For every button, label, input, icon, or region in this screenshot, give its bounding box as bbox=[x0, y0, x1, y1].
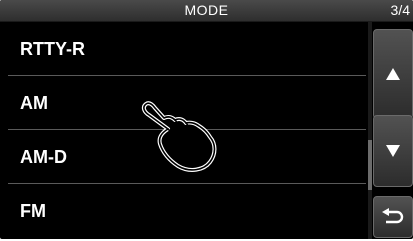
scroll-down-button[interactable] bbox=[373, 115, 413, 187]
mode-item-rtty-r[interactable]: RTTY-R bbox=[0, 22, 368, 75]
mode-item-label: AM bbox=[20, 93, 48, 113]
side-controls bbox=[368, 22, 413, 239]
back-button[interactable] bbox=[373, 196, 413, 238]
scroll-up-button[interactable] bbox=[373, 29, 413, 119]
mode-item-label: AM-D bbox=[20, 147, 67, 167]
page-indicator: 3/4 bbox=[390, 2, 410, 18]
mode-item-label: FM bbox=[20, 201, 46, 221]
return-arrow-icon bbox=[382, 208, 404, 224]
scrollbar[interactable] bbox=[368, 22, 372, 239]
mode-item-label: RTTY-R bbox=[20, 39, 85, 59]
mode-item-fm[interactable]: FM bbox=[0, 184, 368, 237]
triangle-up-icon bbox=[386, 68, 400, 80]
screen-title: MODE bbox=[184, 2, 229, 18]
triangle-down-icon bbox=[386, 145, 400, 157]
scrollbar-thumb[interactable] bbox=[368, 140, 372, 190]
pointing-hand-icon bbox=[141, 101, 217, 172]
title-bar: MODE 3/4 bbox=[0, 0, 413, 22]
